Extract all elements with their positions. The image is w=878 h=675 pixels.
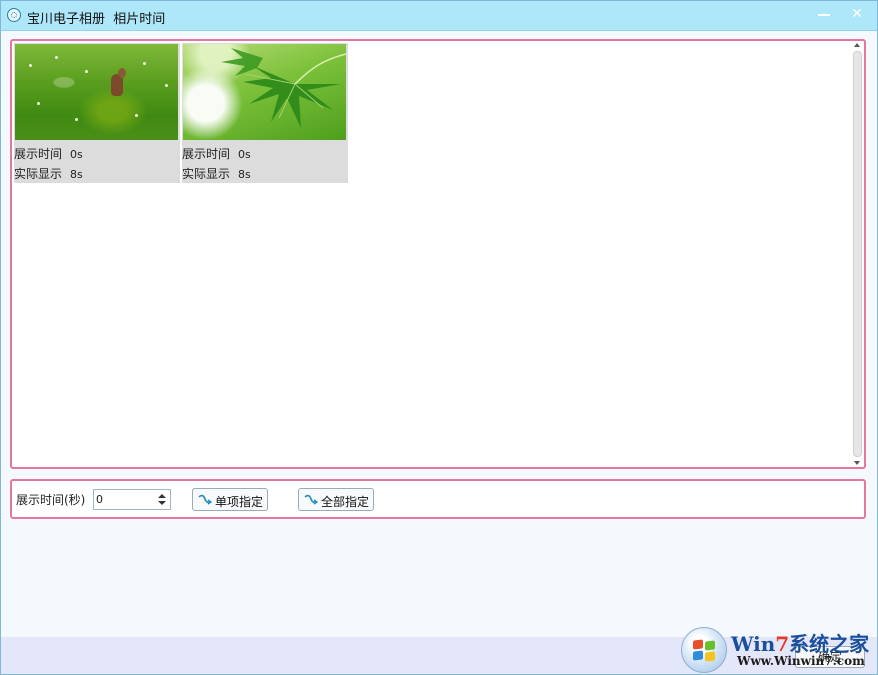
display-time-row: 展示时间 0s xyxy=(182,146,348,162)
assign-all-label: 全部指定 xyxy=(321,493,369,510)
time-control-panel: 展示时间(秒) 单项指定 全部指定 xyxy=(10,479,866,519)
app-reel-icon xyxy=(7,8,21,22)
title-bar[interactable]: 宝川电子相册 相片时间 xyxy=(1,1,877,31)
display-time-label: 展示时间 xyxy=(14,146,62,162)
grass-meadow-photo xyxy=(15,44,178,140)
duration-label: 展示时间(秒) xyxy=(16,491,85,508)
watermark-logo: Win7系统之家 Www.Winwin7.com xyxy=(681,625,877,675)
assign-all-button[interactable]: 全部指定 xyxy=(298,488,374,511)
display-time-row: 展示时间 0s xyxy=(14,146,180,162)
display-time-value: 0s xyxy=(70,147,83,163)
photo-item[interactable]: 展示时间 0s 实际显示 8s xyxy=(182,43,348,183)
assign-single-button[interactable]: 单项指定 xyxy=(192,488,268,511)
actual-time-value: 8s xyxy=(238,167,251,183)
scroll-down-arrow-icon[interactable] xyxy=(854,461,860,465)
actual-time-value: 8s xyxy=(70,167,83,183)
spin-up-arrow-icon[interactable] xyxy=(158,494,166,498)
assign-single-label: 单项指定 xyxy=(215,493,263,510)
minimize-button[interactable] xyxy=(811,5,837,23)
duration-input[interactable] xyxy=(95,491,154,508)
watermark-url: Www.Winwin7.com xyxy=(737,654,865,668)
wave-arrow-icon xyxy=(198,494,212,506)
vertical-scrollbar[interactable] xyxy=(853,43,862,465)
display-time-label: 展示时间 xyxy=(182,146,230,162)
green-maple-leaf-photo xyxy=(183,44,346,140)
close-icon xyxy=(851,6,863,22)
close-button[interactable] xyxy=(844,5,870,23)
minimize-icon xyxy=(818,14,830,16)
actual-time-row: 实际显示 8s xyxy=(14,166,180,182)
scroll-thumb[interactable] xyxy=(853,51,862,457)
duration-spinbox[interactable] xyxy=(93,489,171,510)
actual-time-row: 实际显示 8s xyxy=(182,166,348,182)
photo-list-panel: 展示时间 0s 实际显示 8s 展示时间 0s 实际显示 8s xyxy=(10,39,866,469)
display-time-value: 0s xyxy=(238,147,251,163)
wave-arrow-icon xyxy=(304,494,318,506)
app-window: 宝川电子相册 相片时间 展示时间 0s 实际显示 8s xyxy=(0,0,878,675)
actual-time-label: 实际显示 xyxy=(14,166,62,182)
watermark-brand: Win7系统之家 xyxy=(731,628,869,657)
window-title: 宝川电子相册 相片时间 xyxy=(27,8,165,27)
photo-item[interactable]: 展示时间 0s 实际显示 8s xyxy=(14,43,180,183)
windows-orb-icon xyxy=(681,627,727,673)
actual-time-label: 实际显示 xyxy=(182,166,230,182)
spin-down-arrow-icon[interactable] xyxy=(158,501,166,505)
scroll-up-arrow-icon[interactable] xyxy=(854,43,860,47)
